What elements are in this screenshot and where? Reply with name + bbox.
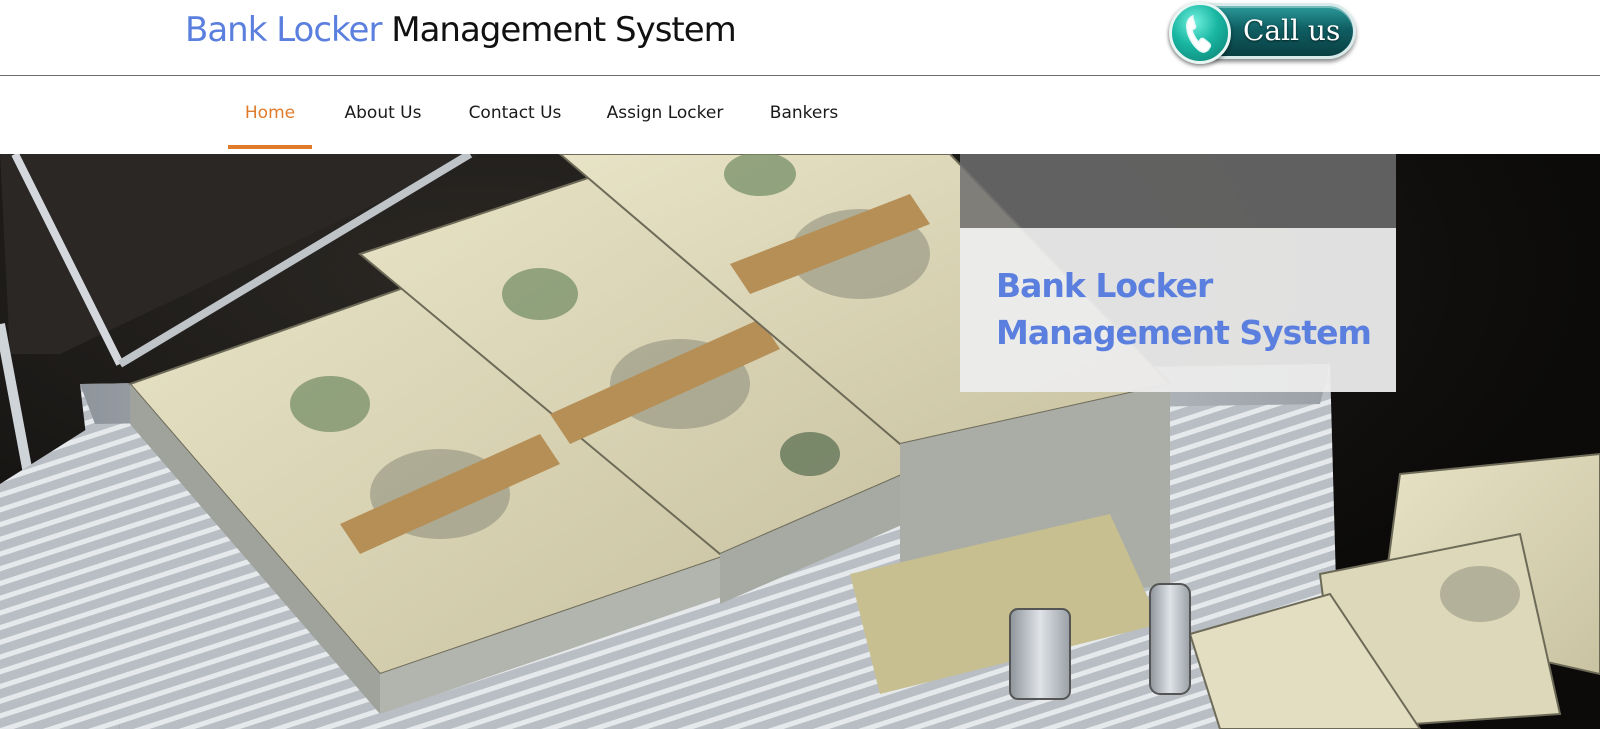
nav-item-assign-locker[interactable]: Assign Locker <box>604 77 726 149</box>
nav-item-contact-us[interactable]: Contact Us <box>464 77 566 149</box>
site-header: Bank Locker Management System Call us <box>0 0 1600 76</box>
phone-icon <box>1169 2 1231 64</box>
hero-overlay-band <box>960 154 1396 228</box>
main-nav: Home About Us Contact Us Assign Locker B… <box>0 77 1600 154</box>
site-title[interactable]: Bank Locker Management System <box>185 8 737 52</box>
hero-title-line-2: Management System <box>996 313 1372 352</box>
hero-overlay-box: Bank Locker Management System <box>960 228 1396 392</box>
nav-item-home[interactable]: Home <box>228 77 312 149</box>
nav-item-about-us[interactable]: About Us <box>342 77 424 149</box>
call-us-label: Call us <box>1243 14 1341 47</box>
site-title-rest: Management System <box>391 10 737 50</box>
site-title-accent: Bank Locker <box>185 10 382 50</box>
hero-title-line-1: Bank Locker <box>996 266 1213 305</box>
hero-title: Bank Locker Management System <box>996 262 1386 356</box>
call-us-button[interactable]: Call us <box>1169 2 1356 64</box>
hero-banner: Bank Locker Management System <box>0 154 1600 729</box>
nav-item-bankers[interactable]: Bankers <box>764 77 844 149</box>
nav-active-indicator <box>228 145 312 149</box>
